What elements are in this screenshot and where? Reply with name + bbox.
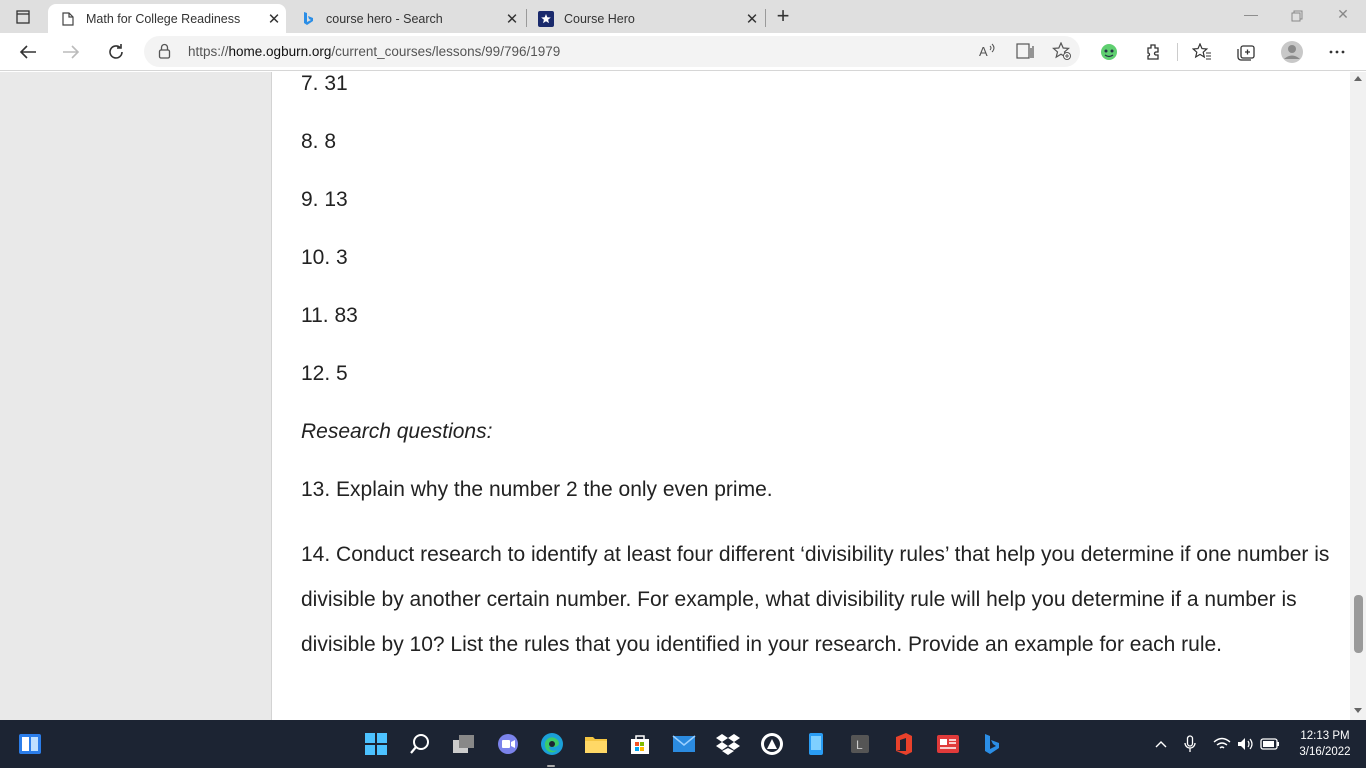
web-content: 7. 31 8. 8 9. 13 10. 3 11. 83 12. 5 Rese… [0,72,1350,720]
active-app-indicator [547,765,555,767]
url-path: /current_courses/lessons/99/796/1979 [331,44,561,59]
url-prefix: https:// [188,44,229,59]
task-view-icon[interactable] [450,730,478,758]
search-icon[interactable] [406,730,434,758]
tab-strip: Math for College Readiness ✕ course hero… [0,0,1366,33]
extensions-icon[interactable] [1139,39,1167,65]
taskbar: L 12:13 PM 3/16/2022 [0,720,1366,768]
svg-text:A: A [979,44,988,59]
answer-item: 12. 5 [301,362,348,385]
tab-title: Math for College Readiness [86,11,241,26]
svg-text:L: L [856,738,863,752]
url-text[interactable]: https://home.ogburn.org/current_courses/… [188,44,560,59]
answer-item: 9. 13 [301,188,348,211]
bing-icon [300,11,316,27]
clock-time: 12:13 PM [1300,730,1350,742]
question-14: 14. Conduct research to identify at leas… [301,543,1330,656]
file-explorer-icon[interactable] [582,730,610,758]
profile-avatar[interactable] [1278,39,1306,65]
question-13: 13. Explain why the number 2 the only ev… [301,478,773,501]
answer-item: 8. 8 [301,130,337,153]
course-hero-icon [538,10,554,27]
mail-icon[interactable] [670,730,698,758]
close-window-button[interactable]: ✕ [1320,6,1366,28]
show-hidden-icons-icon[interactable] [1152,734,1170,754]
scrollbar-thumb[interactable] [1354,595,1363,653]
battery-icon[interactable] [1259,734,1281,754]
minimize-button[interactable]: — [1228,6,1274,28]
tab-math-for-college-readiness[interactable]: Math for College Readiness ✕ [48,4,286,33]
teams-chat-icon[interactable] [494,730,522,758]
dropbox-icon[interactable] [714,730,742,758]
widgets-icon[interactable] [16,730,44,758]
extension-green-icon[interactable] [1095,39,1123,65]
start-icon[interactable] [362,730,390,758]
toolbar-divider [1177,43,1178,61]
browser-toolbar: https://home.ogburn.org/current_courses/… [0,33,1366,71]
system-clock[interactable]: 12:13 PM 3/16/2022 [1290,728,1360,760]
tab-actions-icon[interactable] [12,7,34,27]
new-tab-button[interactable]: + [771,5,795,27]
microsoft-store-icon[interactable] [626,730,654,758]
edge-browser-icon[interactable] [538,730,566,758]
research-heading: Research questions: [301,420,493,443]
tab-course-hero-search[interactable]: course hero - Search ✕ [288,4,524,33]
close-tab-icon[interactable]: ✕ [740,10,764,28]
lock-icon[interactable] [158,43,171,64]
tab-title: Course Hero [564,11,635,26]
tab-title: course hero - Search [326,11,443,26]
answer-item: 11. 83 [301,304,358,327]
clock-date: 3/16/2022 [1299,746,1351,758]
tab-separator [765,9,766,27]
answer-item: 7. 31 [301,72,348,95]
bing-taskbar-icon[interactable] [978,730,1006,758]
phone-app-icon[interactable] [802,730,830,758]
vertical-scrollbar[interactable] [1350,72,1366,720]
refresh-icon[interactable] [102,39,130,65]
back-icon[interactable] [14,39,42,65]
read-aloud-icon[interactable]: A [978,42,996,65]
answer-item: 10. 3 [301,246,348,269]
more-menu-icon[interactable] [1323,39,1351,65]
close-tab-icon[interactable]: ✕ [262,10,286,28]
close-tab-icon[interactable]: ✕ [500,10,524,28]
scroll-down-arrow-icon[interactable] [1354,708,1362,713]
wifi-icon[interactable] [1211,734,1233,754]
restore-button[interactable] [1274,6,1320,28]
page-icon [60,11,76,27]
tab-course-hero[interactable]: Course Hero ✕ [526,4,764,33]
news-icon[interactable] [934,730,962,758]
lesson-page: 7. 31 8. 8 9. 13 10. 3 11. 83 12. 5 Rese… [271,72,1350,720]
scroll-up-arrow-icon[interactable] [1354,76,1362,81]
collections-icon[interactable] [1232,39,1260,65]
url-host: home.ogburn.org [228,44,332,59]
app-circle-icon[interactable] [758,730,786,758]
office-icon[interactable] [890,730,918,758]
volume-icon[interactable] [1235,734,1257,754]
immersive-reader-icon[interactable] [1016,42,1036,65]
app-l-icon[interactable]: L [846,730,874,758]
add-favorite-icon[interactable] [1052,41,1072,65]
favorites-icon[interactable] [1188,39,1216,65]
microphone-icon[interactable] [1181,734,1199,754]
forward-icon[interactable] [57,39,85,65]
address-bar[interactable]: https://home.ogburn.org/current_courses/… [144,36,1080,67]
